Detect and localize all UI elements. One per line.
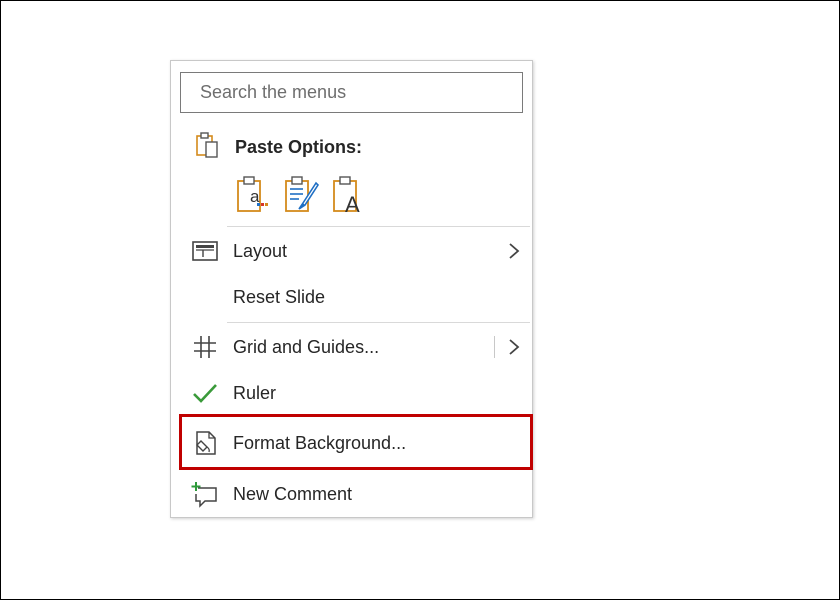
menu-item-label: Format Background...: [233, 433, 407, 453]
menu-item-grid-and-guides[interactable]: Grid and Guides...: [171, 324, 532, 370]
search-input[interactable]: [181, 73, 522, 112]
chevron-right-icon: [508, 242, 520, 265]
paste-opt-glyph: a: [250, 187, 260, 206]
menu-item-label: Reset Slide: [233, 287, 326, 307]
menu-item-label: Layout: [233, 241, 288, 261]
menu-item-layout[interactable]: Layout: [171, 228, 532, 274]
paste-options-header: Paste Options:: [191, 129, 511, 165]
paste-keep-text-only-icon[interactable]: a: [235, 175, 273, 217]
search-box[interactable]: [180, 72, 523, 113]
menu-item-ruler[interactable]: Ruler: [171, 370, 532, 416]
menu-item-label: New Comment: [233, 484, 353, 504]
paste-keep-source-formatting-icon[interactable]: [283, 175, 321, 217]
clipboard-icon: [195, 131, 219, 164]
grid-icon: [191, 333, 219, 361]
menu-item-label: Grid and Guides...: [233, 337, 380, 357]
checkmark-icon: [191, 379, 219, 407]
context-menu: Paste Options: a: [170, 60, 533, 518]
menu-item-format-background[interactable]: Format Background...: [171, 420, 532, 466]
submenu-divider: [494, 336, 495, 358]
format-background-icon: [191, 429, 219, 457]
paste-opt-glyph: A: [345, 192, 360, 217]
paste-options-title: Paste Options:: [235, 137, 363, 157]
chevron-right-icon[interactable]: [508, 338, 520, 361]
menu-separator: [227, 226, 530, 227]
menu-item-label: Ruler: [233, 383, 277, 403]
menu-item-new-comment[interactable]: New Comment: [171, 471, 532, 517]
menu-separator: [227, 322, 530, 323]
layout-icon: [191, 237, 219, 265]
menu-item-reset-slide[interactable]: Reset Slide: [171, 274, 532, 320]
paste-options-row: a A: [235, 175, 375, 217]
paste-picture-icon[interactable]: A: [331, 175, 369, 217]
new-comment-icon: [191, 480, 219, 508]
